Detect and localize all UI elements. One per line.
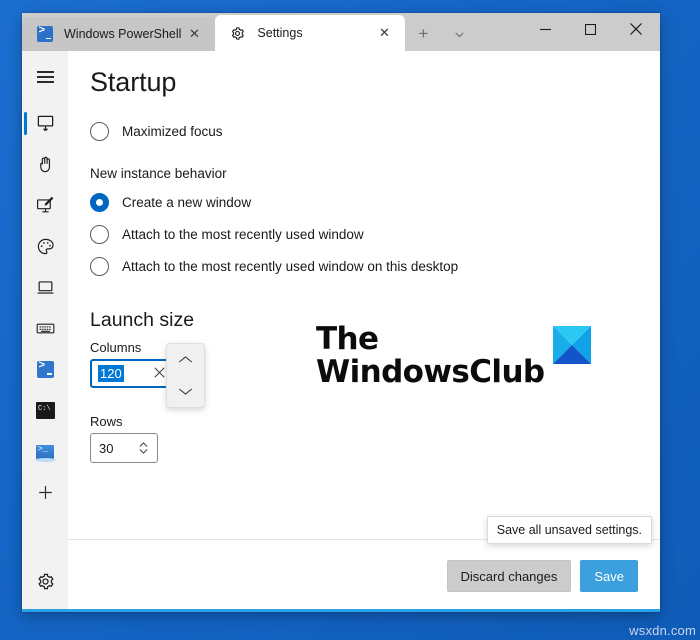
radio-indicator[interactable] xyxy=(90,121,109,141)
title-bar: Windows PowerShell ✕ Settings ✕ + xyxy=(22,13,660,51)
minimize-button[interactable] xyxy=(523,13,568,45)
command-prompt-icon xyxy=(35,402,55,419)
hamburger-icon xyxy=(36,71,54,83)
powershell-icon xyxy=(36,25,53,43)
keyboard-icon xyxy=(35,319,56,338)
settings-nav-rail xyxy=(22,51,68,612)
tab-close-icon[interactable]: ✕ xyxy=(181,21,207,47)
settings-content: Startup Maximized focus New instance beh… xyxy=(68,51,660,612)
sidebar-item-profile-azure-cloud-shell[interactable] xyxy=(22,431,68,472)
tab-dropdown-button[interactable] xyxy=(441,17,477,51)
tab-close-icon[interactable]: ✕ xyxy=(371,20,397,46)
radio-maximized-focus[interactable]: Maximized focus xyxy=(90,118,638,144)
radio-label: Attach to the most recently used window xyxy=(122,226,364,242)
sidebar-item-startup[interactable] xyxy=(22,103,68,144)
page-title: Startup xyxy=(90,67,177,97)
radio-label: Maximized focus xyxy=(122,123,223,139)
tab-label: Settings xyxy=(257,26,303,40)
azure-cloud-shell-icon xyxy=(35,444,56,462)
radio-indicator[interactable] xyxy=(90,224,109,244)
settings-footer: Save all unsaved settings. Discard chang… xyxy=(68,516,660,612)
sidebar-item-actions[interactable] xyxy=(22,308,68,349)
window-body: Startup Maximized focus New instance beh… xyxy=(22,51,660,612)
tab-settings[interactable]: Settings ✕ xyxy=(215,15,406,51)
gear-icon xyxy=(36,572,55,591)
powershell-profile-icon xyxy=(36,360,54,378)
discard-changes-button[interactable]: Discard changes xyxy=(446,560,572,592)
columns-spinner-popup xyxy=(166,343,205,408)
columns-value: 120 xyxy=(98,365,124,382)
save-button[interactable]: Save xyxy=(580,560,638,592)
desktop-watermark: wsxdn.com xyxy=(629,623,696,638)
radio-create-a-new-window[interactable]: Create a new window xyxy=(90,189,638,215)
rows-value: 30 xyxy=(99,440,114,456)
close-button[interactable] xyxy=(613,13,658,45)
window-controls xyxy=(523,13,660,51)
window-bottom-accent xyxy=(22,609,660,612)
rows-spinner-icon[interactable] xyxy=(138,441,149,455)
spinner-up-button[interactable] xyxy=(167,344,204,376)
windowsclub-watermark: The WindowsClub xyxy=(316,323,591,389)
launch-size-title: Launch size xyxy=(90,309,195,331)
clear-icon[interactable] xyxy=(154,367,165,380)
rows-input[interactable]: 30 xyxy=(90,433,158,463)
laptop-icon xyxy=(35,278,56,297)
gear-icon xyxy=(229,25,246,42)
sidebar-item-open-json-settings[interactable] xyxy=(22,561,68,602)
radio-attach-most-recent-window-this-desktop[interactable]: Attach to the most recently used window … xyxy=(90,253,638,279)
radio-label: Attach to the most recently used window … xyxy=(122,258,459,274)
sidebar-item-profile-powershell[interactable] xyxy=(22,349,68,390)
columns-field-wrap: 120 xyxy=(90,343,205,408)
sidebar-item-rendering[interactable] xyxy=(22,185,68,226)
watermark-text: The WindowsClub xyxy=(316,323,545,389)
tab-windows-powershell[interactable]: Windows PowerShell ✕ xyxy=(22,17,216,51)
sidebar-item-interaction[interactable] xyxy=(22,144,68,185)
radio-indicator[interactable] xyxy=(90,256,109,276)
radio-label: Create a new window xyxy=(122,194,252,210)
tab-strip: Windows PowerShell ✕ Settings ✕ + xyxy=(22,13,477,51)
windows-terminal-window: Windows PowerShell ✕ Settings ✕ + xyxy=(22,13,660,612)
columns-input[interactable]: 120 xyxy=(90,359,173,388)
rows-label: Rows xyxy=(90,414,123,429)
palette-icon xyxy=(36,237,55,256)
save-tooltip: Save all unsaved settings. xyxy=(486,516,652,544)
hand-cursor-icon xyxy=(36,155,55,174)
maximize-button[interactable] xyxy=(568,13,613,45)
new-tab-button[interactable]: + xyxy=(405,17,441,51)
plus-icon xyxy=(36,483,55,502)
spinner-down-button[interactable] xyxy=(167,376,204,408)
settings-scroll-area: Startup Maximized focus New instance beh… xyxy=(68,51,660,539)
radio-indicator[interactable] xyxy=(90,192,109,212)
startup-monitor-icon xyxy=(36,114,55,133)
sidebar-item-color-schemes[interactable] xyxy=(22,226,68,267)
radio-attach-most-recent-window[interactable]: Attach to the most recently used window xyxy=(90,221,638,247)
watermark-line-2: WindowsClub xyxy=(316,354,545,390)
pen-monitor-icon xyxy=(36,196,55,215)
add-new-profile-button[interactable] xyxy=(22,472,68,513)
sidebar-item-defaults[interactable] xyxy=(22,267,68,308)
tab-label: Windows PowerShell xyxy=(64,27,182,41)
new-instance-group-label: New instance behavior xyxy=(90,166,227,181)
sidebar-item-profile-command-prompt[interactable] xyxy=(22,390,68,431)
hamburger-menu-button[interactable] xyxy=(22,55,68,99)
